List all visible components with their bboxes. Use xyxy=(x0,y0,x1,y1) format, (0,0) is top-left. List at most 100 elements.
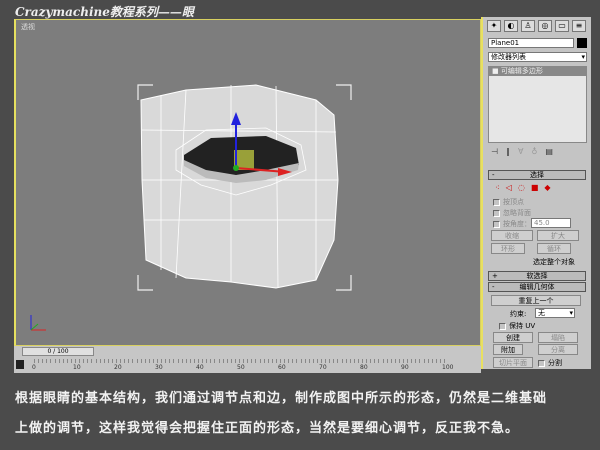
object-name-input[interactable]: Plane01 xyxy=(488,38,574,48)
frame-tick xyxy=(87,359,89,363)
perspective-viewport[interactable]: 透视 xyxy=(14,19,481,346)
gizmo-pivot xyxy=(233,165,239,171)
frame-tick xyxy=(390,359,392,363)
frame-tick xyxy=(267,359,269,363)
preserve-uv-label: 保持 UV xyxy=(509,322,536,330)
frame-tick xyxy=(292,359,294,363)
frame-ruler[interactable]: 0 10 20 30 40 50 60 70 80 90 100 xyxy=(32,359,474,372)
modifier-list-dropdown[interactable]: 修改器列表 ▾ xyxy=(488,52,587,62)
stack-item-editable-poly[interactable]: ■ 可编辑多边形 xyxy=(489,67,586,76)
constraint-label: 约束: xyxy=(510,310,527,318)
remove-modifier-icon[interactable]: ♁ xyxy=(531,147,537,156)
collapse-button[interactable]: 塌陷 xyxy=(538,332,578,343)
by-vertex-checkbox[interactable]: 按顶点 xyxy=(493,197,524,207)
detach-button[interactable]: 分离 xyxy=(538,344,578,355)
frame-tick xyxy=(144,359,146,363)
caption-line-1: 根据眼睛的基本结构，我们通过调节点和边，制作成图中所示的形态，仍然是二维基础 xyxy=(15,391,548,406)
page-title: Crazymachine教程系列——眼 xyxy=(15,5,194,19)
frame-tick xyxy=(128,359,130,363)
constraint-dropdown[interactable]: 无 ▾ xyxy=(535,308,575,318)
frame-tick xyxy=(46,359,48,363)
loop-button[interactable]: 循环 xyxy=(537,243,571,254)
frame-tick xyxy=(206,359,208,363)
repeat-last-button[interactable]: 重复上一个 xyxy=(491,295,581,306)
frame-tick xyxy=(193,359,195,363)
vertex-mode-icon[interactable]: ⁖ xyxy=(495,183,500,192)
frame-tick xyxy=(165,359,167,363)
frame-tick xyxy=(444,359,445,363)
caption-line-2: 上做的调节，这样我觉得会把握住正面的形态，当然是要细心调节，反正我不急。 xyxy=(15,421,520,436)
ring-button[interactable]: 环形 xyxy=(491,243,525,254)
mesh-model xyxy=(30,84,352,331)
rollout-selection-label: 选择 xyxy=(530,171,544,179)
frame-tick xyxy=(288,359,290,363)
slice-plane-button[interactable]: 切片平面 xyxy=(493,357,533,368)
polygon-mode-icon[interactable]: ■ xyxy=(531,183,539,192)
frame-tick xyxy=(403,359,404,363)
frame-tick xyxy=(198,359,199,363)
frame-tick xyxy=(189,359,191,363)
rollout-soft-selection-label: 软选择 xyxy=(526,272,548,280)
pin-stack-icon[interactable]: ⊣ xyxy=(491,147,498,156)
rollout-selection[interactable]: - 选择 xyxy=(488,170,586,180)
frame-tick-label: 0 xyxy=(32,364,36,371)
display-tab-icon[interactable]: ▭ xyxy=(555,20,569,32)
frame-tick-label: 20 xyxy=(114,364,122,371)
key-mode-icon[interactable] xyxy=(16,360,24,369)
frame-tick xyxy=(394,359,396,363)
frame-tick xyxy=(407,359,409,363)
frame-tick xyxy=(66,359,68,363)
by-angle-checkbox[interactable]: 按角度： xyxy=(493,219,531,229)
rollout-soft-selection[interactable]: + 软选择 xyxy=(488,271,586,281)
modify-tab-icon[interactable]: ◐ xyxy=(504,20,518,32)
frame-tick xyxy=(263,359,265,363)
rollout-edit-geometry[interactable]: - 编辑几何体 xyxy=(488,282,586,292)
time-slider[interactable]: 0 / 100 xyxy=(22,347,94,356)
frame-tick xyxy=(173,359,175,363)
motion-tab-icon[interactable]: ◎ xyxy=(538,20,552,32)
frame-tick xyxy=(202,359,204,363)
frame-tick xyxy=(304,359,306,363)
hierarchy-tab-icon[interactable]: ♙ xyxy=(521,20,535,32)
frame-tick xyxy=(148,359,150,363)
edge-mode-icon[interactable]: ◁ xyxy=(506,183,512,192)
frame-tick xyxy=(284,359,286,363)
frame-tick xyxy=(210,359,212,363)
preserve-uv-checkbox[interactable]: 保持 UV xyxy=(499,321,535,331)
frame-tick-label: 40 xyxy=(196,364,204,371)
axis-tripod-icon xyxy=(30,315,46,331)
border-mode-icon[interactable]: ◌ xyxy=(518,183,525,192)
utilities-tab-icon[interactable]: ≡ xyxy=(572,20,586,32)
frame-tick xyxy=(374,359,376,363)
shrink-button[interactable]: 收缩 xyxy=(491,230,533,241)
frame-tick-label: 10 xyxy=(73,364,81,371)
frame-tick xyxy=(103,359,105,363)
frame-tick xyxy=(234,359,236,363)
collapse-sign: - xyxy=(492,171,495,179)
frame-tick xyxy=(136,359,138,363)
create-tab-icon[interactable]: ✦ xyxy=(487,20,501,32)
frame-tick xyxy=(329,359,331,363)
frame-tick xyxy=(99,359,101,363)
chevron-down-icon: ▾ xyxy=(569,309,573,317)
frame-tick-label: 60 xyxy=(278,364,286,371)
frame-tick xyxy=(185,359,187,363)
show-end-result-icon[interactable]: ‖ xyxy=(506,147,510,156)
angle-spinner[interactable]: 45.0 xyxy=(531,218,571,228)
element-mode-icon[interactable]: ◆ xyxy=(544,183,550,192)
configure-sets-icon[interactable]: ▤ xyxy=(545,147,553,156)
frame-tick xyxy=(321,359,322,363)
create-button[interactable]: 创建 xyxy=(493,332,533,343)
frame-tick xyxy=(435,359,437,363)
frame-tick xyxy=(382,359,384,363)
object-color-swatch[interactable] xyxy=(577,38,587,48)
frame-tick-label: 70 xyxy=(319,364,327,371)
frame-tick xyxy=(230,359,232,363)
make-unique-icon[interactable]: ∀ xyxy=(518,147,523,156)
attach-button[interactable]: 附加 xyxy=(493,344,523,355)
ignore-backface-checkbox[interactable]: 忽略背面 xyxy=(493,208,531,218)
frame-tick xyxy=(132,359,134,363)
split-checkbox[interactable]: 分割 xyxy=(538,358,562,368)
frame-tick xyxy=(116,359,117,363)
grow-button[interactable]: 扩大 xyxy=(537,230,579,241)
